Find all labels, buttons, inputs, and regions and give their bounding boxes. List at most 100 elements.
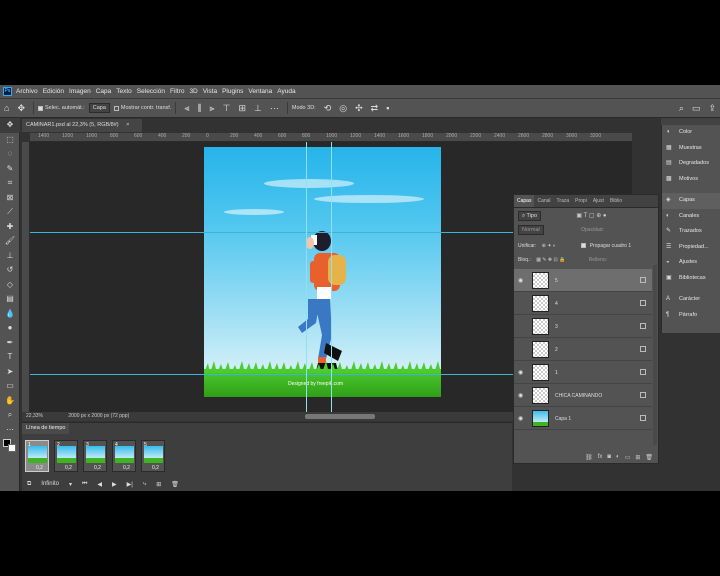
dodge-tool-icon[interactable]: ●	[0, 321, 20, 336]
loop-dropdown[interactable]: Infinito	[41, 481, 59, 487]
align-top-icon[interactable]: ⊤	[223, 103, 231, 114]
timeline-frame[interactable]: 3 0,2	[83, 440, 107, 472]
next-frame-icon[interactable]: ▶|	[127, 481, 133, 488]
menu-item-3[interactable]: Capa	[96, 88, 112, 95]
zoom-tool-icon[interactable]: ⌕	[0, 408, 20, 423]
share-icon[interactable]: ⇪	[708, 103, 716, 114]
frame-propagate-icon[interactable]	[640, 277, 646, 283]
eye-icon[interactable]: ◉	[518, 415, 526, 422]
close-icon[interactable]: ×	[126, 122, 129, 128]
align-center-icon[interactable]: ⫼	[197, 103, 201, 114]
menu-item-1[interactable]: Edición	[43, 88, 64, 95]
panel-patterns[interactable]: ▩ Motivos	[662, 172, 720, 188]
layer-row[interactable]: ◉ CHICA CAMINANDO	[514, 384, 652, 407]
delete-frame-icon[interactable]: 🗑	[171, 481, 179, 488]
layer-row[interactable]: ◉ 1	[514, 361, 652, 384]
hand-tool-icon[interactable]: ✋	[0, 394, 20, 409]
panel-swatches[interactable]: ▦ Muestras	[662, 141, 720, 157]
panel-color[interactable]: ◑ Color	[662, 125, 720, 141]
roll-3d-icon[interactable]: ◎	[339, 103, 347, 114]
layers-scrollbar[interactable]	[653, 265, 657, 445]
move-tool-icon[interactable]: ✥	[0, 118, 20, 133]
search-icon[interactable]: ⌕	[679, 103, 684, 114]
layer-row[interactable]: 4	[514, 292, 652, 315]
first-frame-icon[interactable]: ⏮	[82, 481, 87, 488]
frame-propagate-icon[interactable]	[640, 415, 646, 421]
layer-row[interactable]: ◉ Capa 1	[514, 407, 652, 430]
eye-icon[interactable]: ◉	[518, 392, 526, 399]
layers-panel-tab[interactable]: Capas	[514, 195, 535, 207]
panel-gradients[interactable]: ▤ Degradados	[662, 156, 720, 172]
frame-propagate-icon[interactable]	[640, 369, 646, 375]
frame-delay[interactable]: 0,2	[94, 465, 101, 471]
fx-icon[interactable]: fx	[598, 454, 603, 460]
layers-panel-tab[interactable]: Biblio	[607, 195, 625, 207]
orbit-3d-icon[interactable]: ⟲	[324, 103, 332, 114]
filter-icons[interactable]: ▣ T ▢ ⊕ ●	[576, 213, 606, 219]
blend-mode-dropdown[interactable]: Normal	[518, 225, 544, 235]
layer-name[interactable]: CHICA CAMINANDO	[555, 393, 602, 399]
stamp-tool-icon[interactable]: ⊥	[0, 249, 20, 264]
frame-propagate-icon[interactable]	[640, 346, 646, 352]
menu-item-0[interactable]: Archivo	[16, 88, 38, 95]
more-tools-icon[interactable]: ⋯	[0, 423, 20, 438]
delete-layer-icon[interactable]: 🗑	[645, 454, 653, 461]
eraser-tool-icon[interactable]: ◇	[0, 278, 20, 293]
distribute-icon[interactable]: ⋯	[270, 103, 279, 114]
blur-tool-icon[interactable]: 💧	[0, 307, 20, 322]
menu-item-2[interactable]: Imagen	[69, 88, 91, 95]
layers-panel-tab[interactable]: Traza	[554, 195, 573, 207]
layer-name[interactable]: 2	[555, 347, 558, 353]
chevron-down-icon[interactable]: ▾	[69, 481, 72, 488]
frame-tool-icon[interactable]: ⊠	[0, 191, 20, 206]
panel-layers[interactable]: ◈ Capas	[662, 193, 720, 209]
layer-row[interactable]: 2	[514, 338, 652, 361]
shape-tool-icon[interactable]: ▭	[0, 379, 20, 394]
tween-icon[interactable]: ⤷	[143, 481, 146, 488]
panel-adjustments[interactable]: ◒ Ajustes	[662, 255, 720, 271]
panel-character[interactable]: A Carácter	[662, 292, 720, 308]
panel-paragraph[interactable]: ¶ Párrafo	[662, 308, 720, 324]
layer-row[interactable]: 3	[514, 315, 652, 338]
right-panel-header[interactable]	[661, 118, 720, 125]
move-tool-icon[interactable]: ✥	[17, 103, 25, 114]
timeline-tab[interactable]: Línea de tiempo	[22, 423, 70, 434]
horizontal-scrollbar[interactable]	[305, 414, 375, 419]
layers-panel-tab[interactable]: Canal	[534, 195, 553, 207]
layer-row[interactable]: ◉ 5	[514, 269, 652, 292]
previous-frame-icon[interactable]: ◀	[97, 481, 102, 488]
layer-name[interactable]: 3	[555, 324, 558, 330]
frame-propagate-icon[interactable]	[640, 392, 646, 398]
align-bottom-icon[interactable]: ⊥	[254, 103, 262, 114]
panel-properties[interactable]: ☰ Propiedad...	[662, 240, 720, 256]
align-left-icon[interactable]: ⫷	[184, 103, 189, 114]
group-icon[interactable]: ▭	[625, 454, 631, 461]
guide-line[interactable]	[306, 142, 307, 412]
play-icon[interactable]: ▶	[112, 481, 117, 488]
align-right-icon[interactable]: ⫸	[210, 103, 215, 114]
document-canvas[interactable]: Designed by freepik.com	[204, 147, 441, 397]
guide-line[interactable]	[331, 142, 332, 412]
panel-libraries[interactable]: ▣ Bibliotecas	[662, 271, 720, 287]
eye-icon[interactable]: ◉	[518, 369, 526, 376]
align-middle-icon[interactable]: ⊞	[238, 103, 246, 114]
menu-item-4[interactable]: Texto	[116, 88, 132, 95]
gradient-tool-icon[interactable]: ▤	[0, 292, 20, 307]
document-tab[interactable]: CAMINAR1.psd al 22,3% (5, RGB/8#) ×	[22, 119, 142, 132]
menu-item-11[interactable]: Ayuda	[277, 88, 295, 95]
workspace-icon[interactable]: ▭	[692, 103, 701, 114]
menu-item-9[interactable]: Plugins	[222, 88, 243, 95]
show-transform-checkbox[interactable]	[113, 105, 119, 111]
auto-select-checkbox[interactable]	[37, 105, 43, 111]
timeline-frame[interactable]: 1 0,2	[25, 440, 49, 472]
eye-icon[interactable]: ◉	[518, 277, 526, 284]
healing-tool-icon[interactable]: ✚	[0, 220, 20, 235]
quick-select-tool-icon[interactable]: ✎	[0, 162, 20, 177]
slide-3d-icon[interactable]: ⇄	[371, 103, 379, 114]
timeline-frame[interactable]: 4 0,2	[112, 440, 136, 472]
menu-item-6[interactable]: Filtro	[170, 88, 184, 95]
convert-timeline-icon[interactable]: ⧉	[27, 481, 31, 488]
timeline-frame[interactable]: 5 0,2	[141, 440, 165, 472]
frame-delay[interactable]: 0,2	[36, 465, 43, 471]
duplicate-frame-icon[interactable]: ⊞	[156, 481, 161, 488]
